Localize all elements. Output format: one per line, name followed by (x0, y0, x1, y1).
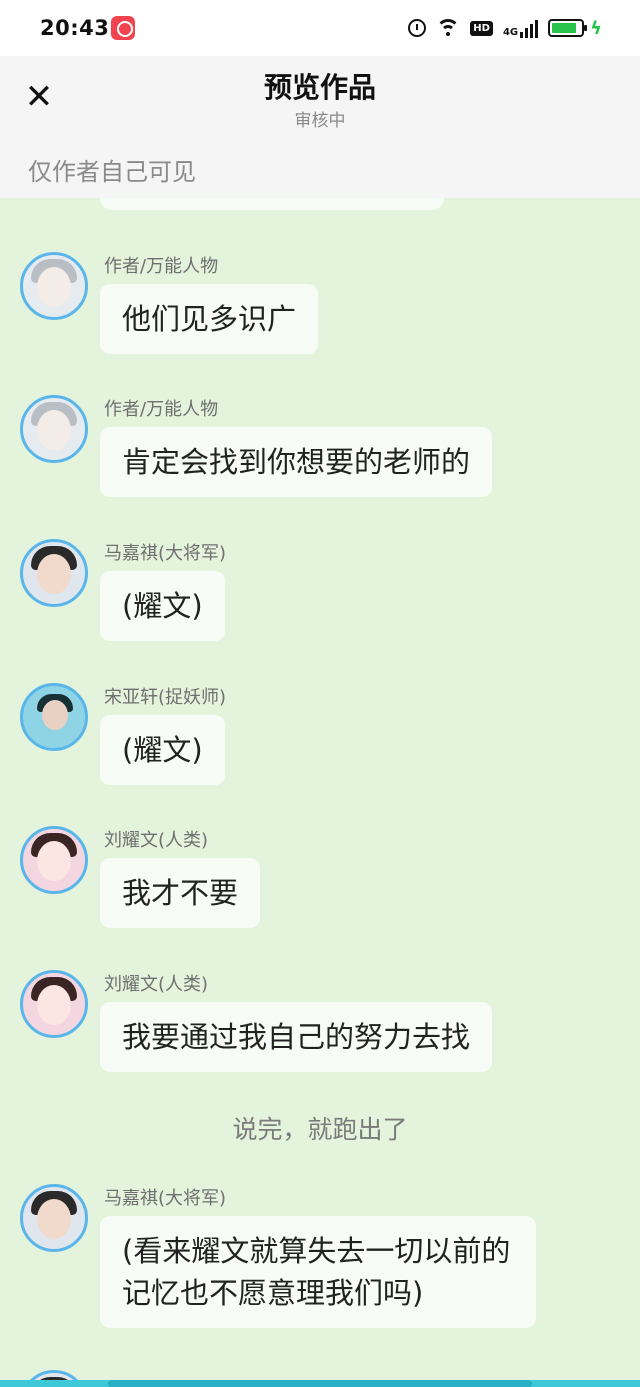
app-notification-icon (111, 16, 135, 40)
review-status: 审核中 (294, 111, 346, 131)
signal-icon: 4G (502, 18, 539, 38)
alarm-icon (408, 19, 427, 37)
avatar[interactable] (20, 826, 88, 894)
message-bubble[interactable]: 肯定会找到你想要的老师的 (100, 427, 493, 497)
network-type: 4G (502, 27, 519, 38)
message-bubble[interactable]: (看来耀文就算失去一切以前的记忆也不愿意理我们吗) (100, 1216, 536, 1328)
sender-name: 马嘉祺(大将军) (104, 1188, 227, 1209)
header: ✕ 预览作品 审核中 仅作者自己可见 (0, 56, 640, 198)
message-bubble[interactable]: 我才不要 (100, 858, 261, 928)
status-bar: 20:43 HD 4G ϟ (0, 0, 640, 56)
chat-list[interactable]: 作者/万能人物 他们见多识广 作者/万能人物 肯定会找到你想要的老师的 马嘉祺(… (0, 198, 640, 1387)
page-title: 预览作品 (263, 71, 376, 104)
avatar[interactable] (20, 539, 88, 607)
sender-name: 宋亚轩(捉妖师) (104, 687, 227, 708)
status-icons: HD 4G ϟ (408, 15, 602, 41)
battery-icon (548, 19, 588, 37)
previous-message-bubble (100, 198, 444, 210)
avatar[interactable] (20, 970, 88, 1038)
avatar[interactable] (20, 252, 88, 320)
avatar[interactable] (20, 395, 88, 463)
message-bubble[interactable]: (耀文) (100, 715, 225, 785)
message-bubble[interactable]: 我要通过我自己的努力去找 (100, 1002, 493, 1072)
narration-text: 说完，就跑出了 (232, 1115, 408, 1144)
charging-icon: ϟ (590, 17, 602, 39)
status-time: 20:43 (40, 16, 110, 40)
home-indicator[interactable] (108, 1380, 532, 1387)
sender-name: 刘耀文(人类) (104, 974, 209, 995)
message-bubble[interactable]: 他们见多识广 (100, 284, 319, 354)
sender-name: 作者/万能人物 (104, 256, 219, 277)
visibility-note: 仅作者自己可见 (28, 158, 196, 186)
wifi-icon (436, 19, 461, 37)
avatar[interactable] (20, 1184, 88, 1252)
sender-name: 作者/万能人物 (104, 399, 219, 420)
avatar[interactable] (20, 683, 88, 751)
hd-icon: HD (470, 20, 493, 36)
sender-name: 马嘉祺(大将军) (104, 543, 227, 564)
message-bubble[interactable]: (耀文) (100, 571, 225, 641)
preview-page: 20:43 HD 4G ϟ ✕ 预览作品 审核中 仅作者自己可见 作者/万能人物… (0, 0, 640, 1387)
sender-name: 刘耀文(人类) (104, 830, 209, 851)
